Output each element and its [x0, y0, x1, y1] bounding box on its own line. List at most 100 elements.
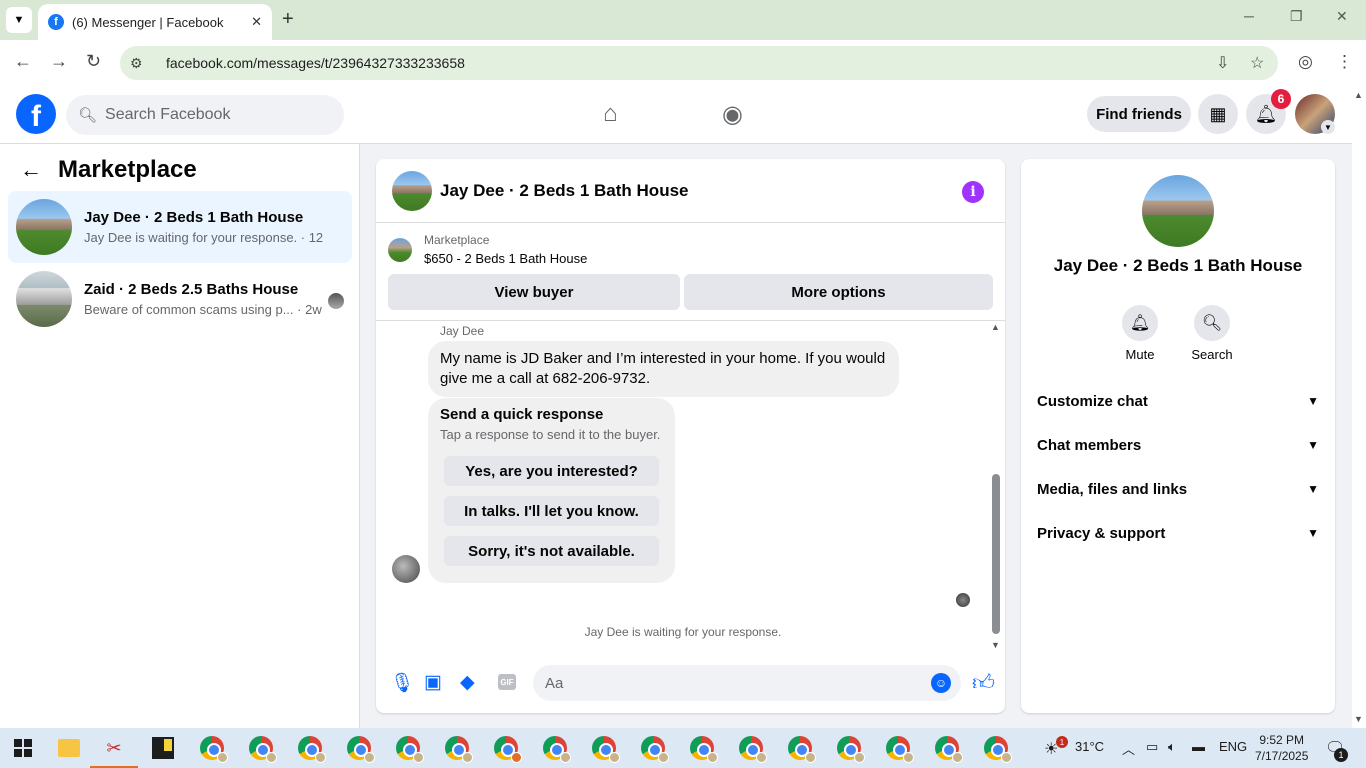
- photo-icon[interactable]: ▣: [424, 671, 442, 694]
- avatar[interactable]: [1142, 175, 1214, 247]
- listing-summary[interactable]: Marketplace $650 - 2 Beds 1 Bath House: [388, 233, 587, 266]
- chrome-icon[interactable]: [296, 734, 326, 763]
- chat-title[interactable]: Jay Dee · 2 Beds 1 Bath House: [440, 181, 688, 201]
- chrome-icon[interactable]: [639, 734, 669, 763]
- accordion-chat-members[interactable]: Chat members ▼: [1037, 425, 1319, 465]
- chrome-icon[interactable]: [737, 734, 767, 763]
- scroll-down-icon[interactable]: ▼: [991, 640, 1000, 650]
- conversation-name: Zaid · 2 Beds 2.5 Baths House: [84, 281, 299, 298]
- search-input[interactable]: [105, 106, 326, 124]
- message-composer: 🎙︎ ▣ ◆ GIF ☺ 👍︎: [376, 663, 1005, 703]
- date: 7/17/2025: [1255, 749, 1309, 763]
- view-buyer-button[interactable]: View buyer: [388, 274, 680, 310]
- scroll-up-icon[interactable]: ▲: [1354, 90, 1363, 100]
- new-tab-icon[interactable]: +: [282, 8, 294, 31]
- profile-icon[interactable]: ◎: [1298, 52, 1313, 72]
- meet-icon[interactable]: ▭: [1146, 739, 1158, 755]
- chrome-icon[interactable]: [786, 734, 816, 763]
- quick-response-button[interactable]: Sorry, it's not available.: [444, 536, 659, 566]
- windows-taskbar: ✂ ☀ 1 31°C ︿ ▭ 🔈︎ ▬ ENG 9:52 PM 7/17/202…: [0, 728, 1366, 768]
- install-app-icon[interactable]: ⇩: [1216, 53, 1229, 73]
- search-conversation-button[interactable]: 🔍︎ Search: [1182, 305, 1242, 362]
- accordion-customize-chat[interactable]: Customize chat ▼: [1037, 381, 1319, 421]
- quick-response-card: Send a quick response Tap a response to …: [428, 398, 675, 583]
- file-explorer-icon[interactable]: [55, 734, 83, 762]
- gif-icon[interactable]: GIF: [498, 674, 516, 690]
- volume-icon[interactable]: 🔈︎: [1168, 739, 1176, 755]
- facebook-search[interactable]: 🔍︎: [66, 95, 344, 135]
- site-info-icon[interactable]: ⚙: [130, 55, 156, 72]
- url-text: facebook.com/messages/t/2396432733323365…: [166, 55, 465, 71]
- sticker-icon[interactable]: ◆: [460, 671, 475, 694]
- more-options-button[interactable]: More options: [684, 274, 993, 310]
- find-friends-button[interactable]: Find friends: [1087, 96, 1191, 132]
- chrome-icon[interactable]: [198, 734, 228, 763]
- scrollbar-thumb[interactable]: [992, 474, 1000, 634]
- thumbs-up-icon[interactable]: 👍︎: [972, 669, 995, 696]
- mute-button[interactable]: 🔔︎ Mute: [1110, 305, 1170, 362]
- message-input[interactable]: [545, 674, 915, 692]
- battery-icon[interactable]: ▬: [1192, 739, 1205, 754]
- tab-search-button[interactable]: ▼: [6, 7, 32, 33]
- conversation-item-zaid[interactable]: Zaid · 2 Beds 2.5 Baths House Beware of …: [8, 263, 352, 335]
- restore-icon[interactable]: ❐: [1290, 8, 1303, 25]
- reload-icon[interactable]: ↻: [86, 51, 101, 72]
- back-arrow-icon[interactable]: ←: [14, 51, 32, 72]
- snipping-tool-icon[interactable]: ✂: [90, 734, 138, 768]
- chrome-icon[interactable]: [394, 734, 424, 763]
- chrome-icon[interactable]: [884, 734, 914, 763]
- groups-icon[interactable]: ◉: [722, 100, 743, 129]
- chrome-icon[interactable]: [247, 734, 277, 763]
- omnibox[interactable]: ⚙ facebook.com/messages/t/23964327333233…: [120, 46, 1278, 80]
- window-close-icon[interactable]: ✕: [1336, 8, 1348, 25]
- chrome-icon[interactable]: [982, 734, 1012, 763]
- avatar[interactable]: [392, 170, 432, 211]
- chrome-icon[interactable]: [443, 734, 473, 763]
- minimize-icon[interactable]: ─: [1244, 8, 1254, 24]
- scroll-up-icon[interactable]: ▲: [991, 322, 1000, 332]
- microphone-icon[interactable]: 🎙︎: [390, 671, 414, 695]
- language-indicator[interactable]: ENG: [1219, 739, 1247, 754]
- listing-thumbnail: [16, 271, 72, 327]
- sticky-notes-icon[interactable]: [149, 734, 177, 762]
- listing-price-title: $650 - 2 Beds 1 Bath House: [424, 251, 588, 266]
- chrome-icon[interactable]: [541, 734, 571, 763]
- chevron-up-icon[interactable]: ︿: [1122, 739, 1135, 758]
- accordion-media-files-links[interactable]: Media, files and links ▼: [1037, 469, 1319, 509]
- tab-close-icon[interactable]: ✕: [251, 14, 262, 30]
- conversation-name: Jay Dee · 2 Beds 1 Bath House: [84, 209, 304, 226]
- chrome-icon[interactable]: [345, 734, 375, 763]
- browser-tab[interactable]: f (6) Messenger | Facebook ✕: [38, 4, 272, 40]
- menu-grid-button[interactable]: ▦: [1198, 94, 1238, 134]
- chrome-icon[interactable]: [933, 734, 963, 763]
- chrome-icon[interactable]: [688, 734, 718, 763]
- info-icon[interactable]: i: [962, 181, 984, 203]
- chat-scrollbar[interactable]: ▲ ▼: [990, 322, 1002, 652]
- conversation-preview: Beware of common scams using p... · 2w: [84, 302, 322, 317]
- message-box[interactable]: ☺: [533, 665, 961, 701]
- facebook-logo-icon[interactable]: f: [16, 94, 56, 134]
- page-scrollbar[interactable]: ▲ ▼: [1352, 86, 1366, 728]
- seen-avatar: [328, 293, 344, 309]
- back-arrow-icon[interactable]: ←: [20, 157, 42, 183]
- chrome-icon[interactable]: [492, 734, 522, 763]
- quick-response-button[interactable]: In talks. I'll let you know.: [444, 496, 659, 526]
- accordion-privacy-support[interactable]: Privacy & support ▼: [1037, 513, 1319, 553]
- chevron-down-icon[interactable]: ▼: [1321, 120, 1335, 134]
- temperature[interactable]: 31°C: [1075, 739, 1104, 754]
- chrome-icon[interactable]: [590, 734, 620, 763]
- clock[interactable]: 9:52 PM 7/17/2025: [1255, 732, 1308, 764]
- chrome-icon[interactable]: [835, 734, 865, 763]
- emoji-icon[interactable]: ☺: [931, 673, 951, 693]
- page-title: Marketplace: [58, 156, 197, 183]
- home-icon[interactable]: ⌂: [603, 100, 618, 128]
- quick-response-button[interactable]: Yes, are you interested?: [444, 456, 659, 486]
- message-bubble[interactable]: My name is JD Baker and I’m interested i…: [428, 341, 899, 397]
- scroll-down-icon[interactable]: ▼: [1354, 714, 1363, 724]
- menu-kebab-icon[interactable]: ⋮: [1336, 52, 1353, 72]
- windows-start-icon[interactable]: [14, 739, 32, 757]
- forward-arrow-icon[interactable]: →: [50, 51, 68, 72]
- conversation-item-jay-dee[interactable]: Jay Dee · 2 Beds 1 Bath House Jay Dee is…: [8, 191, 352, 263]
- weather-badge: 1: [1056, 736, 1068, 748]
- bookmark-star-icon[interactable]: ☆: [1250, 53, 1264, 73]
